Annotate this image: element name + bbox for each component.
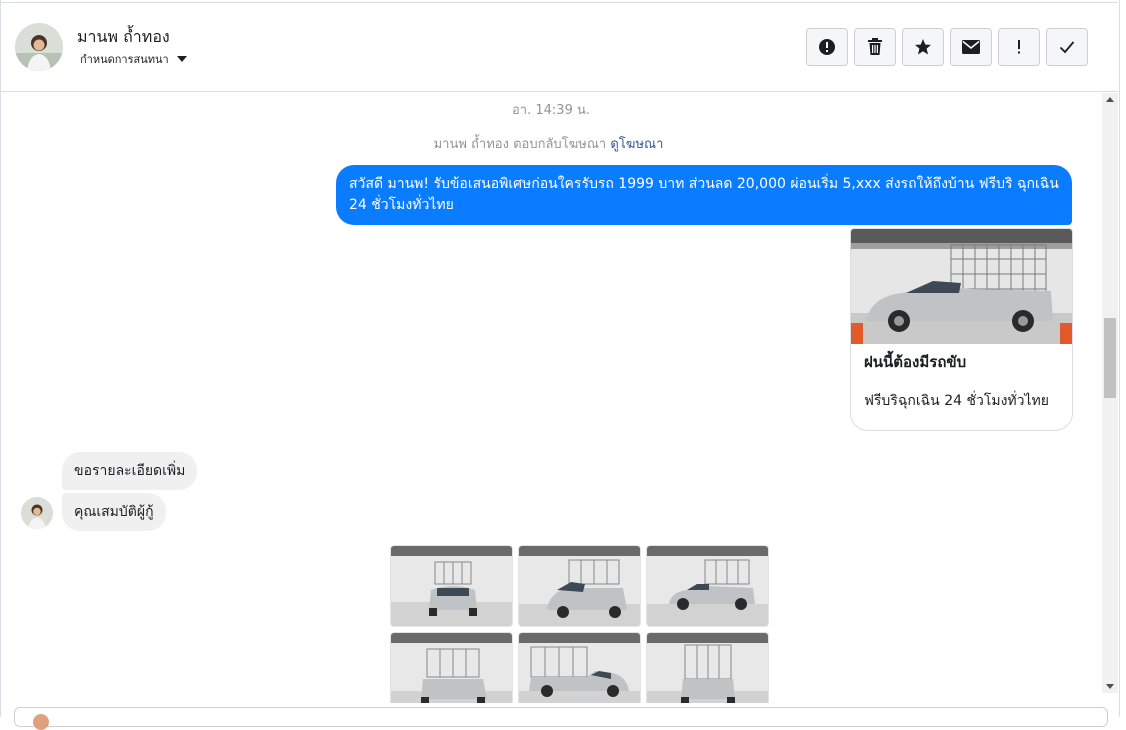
- sender-avatar: [21, 497, 53, 529]
- photo-grid: [390, 545, 769, 703]
- car-photo-side: [647, 546, 768, 626]
- avatar-photo: [15, 23, 63, 71]
- schedule-label: กำหนดการสนทนา: [80, 53, 169, 66]
- trash-icon: [868, 38, 882, 55]
- exclamation-icon: [1018, 40, 1020, 54]
- message-composer[interactable]: [14, 707, 1108, 730]
- scrollbar-thumb[interactable]: [1104, 318, 1116, 398]
- vertical-scrollbar[interactable]: [1102, 93, 1118, 693]
- checkmark-icon: [1059, 41, 1075, 54]
- important-button[interactable]: [998, 28, 1040, 66]
- done-button[interactable]: [1046, 28, 1088, 66]
- car-photo[interactable]: [390, 632, 513, 703]
- envelope-icon: [962, 40, 980, 54]
- avatar-photo-small: [21, 497, 53, 529]
- ad-card-image: [851, 229, 1072, 344]
- car-photo-angle: [519, 546, 640, 626]
- report-button[interactable]: [806, 28, 848, 66]
- car-photo-profile: [519, 633, 640, 703]
- car-photo[interactable]: [390, 545, 513, 627]
- car-photo-rear-angle: [391, 633, 512, 703]
- contact-avatar[interactable]: [15, 23, 63, 71]
- ad-reply-text: มานพ ถ้ำทอง ตอบกลับโฆษณา: [433, 137, 607, 152]
- ad-card-title: ฝนนี้ต้องมีรถขับ: [864, 353, 967, 371]
- star-icon: [915, 39, 931, 55]
- scroll-down-arrow-icon[interactable]: [1106, 684, 1114, 689]
- car-photo[interactable]: [518, 545, 641, 627]
- alert-circle-icon: [819, 39, 835, 55]
- conversation-schedule-menu[interactable]: กำหนดการสนทนา: [80, 50, 187, 68]
- action-toolbar: [806, 28, 1088, 66]
- contact-name: มานพ ถ้ำทอง: [77, 27, 170, 46]
- incoming-message[interactable]: ขอรายละเอียดเพิ่ม: [62, 452, 198, 490]
- outgoing-message[interactable]: สวัสดี มานพ! รับข้อเสนอพิเศษก่อนใครรับรถ…: [336, 165, 1072, 225]
- message-thread[interactable]: อา. 14:39 น. มานพ ถ้ำทอง ตอบกลับโฆษณา ดู…: [1, 93, 1102, 703]
- conversation-header: มานพ ถ้ำทอง กำหนดการสนทนา: [1, 2, 1118, 92]
- ad-card[interactable]: ฝนนี้ต้องมีรถขับ ฟรีบริฉุกเฉิน 24 ชั่วโม…: [850, 228, 1073, 431]
- mark-unread-button[interactable]: [950, 28, 992, 66]
- view-ad-link[interactable]: ดูโฆษณา: [610, 137, 663, 152]
- incoming-message[interactable]: คุณเสมบัติผู้กู้: [62, 493, 166, 531]
- ad-reply-notice: มานพ ถ้ำทอง ตอบกลับโฆษณา ดูโฆษณา: [1, 133, 1096, 154]
- composer-avatar: [33, 714, 49, 730]
- delete-button[interactable]: [854, 28, 896, 66]
- ad-card-subtitle: ฟรีบริฉุกเฉิน 24 ชั่วโมงทั่วไทย: [864, 393, 1049, 409]
- car-photo[interactable]: [646, 545, 769, 627]
- caret-down-icon: [176, 56, 187, 62]
- car-photo-front: [391, 546, 512, 626]
- car-photo[interactable]: [646, 632, 769, 703]
- star-button[interactable]: [902, 28, 944, 66]
- car-photo-rear: [647, 633, 768, 703]
- car-photo[interactable]: [518, 632, 641, 703]
- message-timestamp: อา. 14:39 น.: [512, 103, 590, 118]
- scroll-up-arrow-icon[interactable]: [1106, 97, 1114, 102]
